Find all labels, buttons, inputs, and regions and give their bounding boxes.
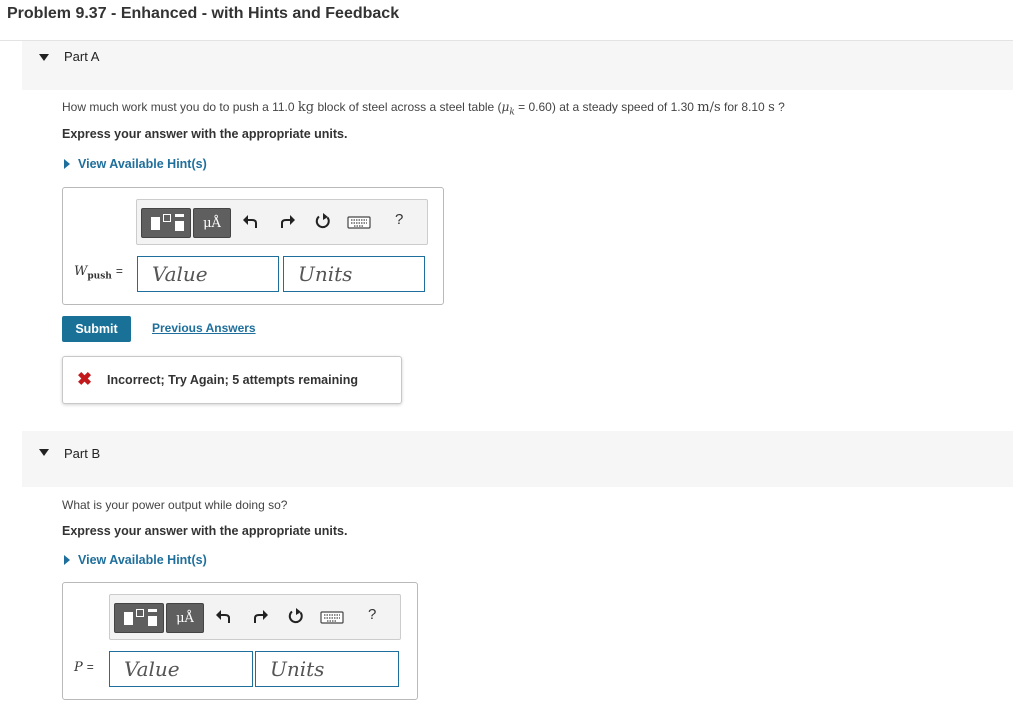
keyboard-icon[interactable] [320,607,344,627]
units-input[interactable]: Units [255,651,399,687]
equals-sign: = [86,660,94,674]
problem-title: Problem 9.37 - Enhanced - with Hints and… [7,5,400,22]
part-b-header[interactable]: Part B [22,431,1013,487]
keyboard-icon[interactable] [347,212,371,232]
caret-right-icon [64,159,70,169]
part-a-answer-box: μÅ ? Wpush = Value Units [62,187,444,305]
question-text: for 8.10 [720,100,769,114]
p-label: P = [74,660,94,675]
units-input[interactable]: Units [283,256,425,292]
question-text: How much work must you do to push a 11.0 [62,100,298,114]
feedback-message: Incorrect; Try Again; 5 attempts remaini… [107,373,358,387]
reset-icon[interactable] [286,607,306,627]
redo-icon[interactable] [250,607,270,627]
equals-sign: = [115,264,123,278]
part-b-title: Part B [64,446,101,461]
math-toolbar: μÅ ? [109,594,401,640]
question-text: = 0.60) at a steady speed of 1.30 [514,100,698,114]
reset-icon[interactable] [313,212,333,232]
hint-link-label: View Available Hint(s) [78,157,207,171]
previous-answers-link[interactable]: Previous Answers [152,321,256,335]
part-a-title: Part A [64,49,100,64]
part-a-hint-link[interactable]: View Available Hint(s) [64,157,207,171]
chevron-down-icon [39,449,49,456]
part-b-answer-box: μÅ ? P = Value Units [62,582,418,700]
part-a-header[interactable]: Part A [22,41,1013,90]
undo-icon[interactable] [214,607,234,627]
value-input[interactable]: Value [109,651,253,687]
math-toolbar: μÅ ? [136,199,428,245]
hint-link-label: View Available Hint(s) [78,553,207,567]
w-push-label: Wpush = [74,264,123,282]
chevron-down-icon [39,54,49,61]
feedback-box: ✖ Incorrect; Try Again; 5 attempts remai… [62,356,402,404]
question-text: block of steel across a steel table ( [314,100,502,114]
var-main: W [74,264,88,279]
error-x-icon: ✖ [77,369,93,389]
var-main: P [74,660,83,675]
part-a-instruction: Express your answer with the appropriate… [62,127,348,141]
part-b-instruction: Express your answer with the appropriate… [62,524,348,538]
speed-unit: m/s [697,100,721,115]
caret-right-icon [64,555,70,565]
part-b-question: What is your power output while doing so… [62,498,288,512]
value-input[interactable]: Value [137,256,279,292]
redo-icon[interactable] [277,212,297,232]
template-button[interactable] [114,603,164,633]
part-b-hint-link[interactable]: View Available Hint(s) [64,553,207,567]
var-sub: push [87,271,112,282]
mass-unit: kg [297,100,315,115]
template-button[interactable] [141,208,191,238]
submit-button[interactable]: Submit [62,316,131,342]
undo-icon[interactable] [241,212,261,232]
units-symbol-button[interactable]: μÅ [166,603,204,633]
question-text: ? [774,100,785,114]
help-icon[interactable]: ? [395,211,403,228]
units-symbol-button[interactable]: μÅ [193,208,231,238]
part-a-question: How much work must you do to push a 11.0… [62,100,785,117]
time-unit: s [768,100,775,115]
help-icon[interactable]: ? [368,606,376,623]
